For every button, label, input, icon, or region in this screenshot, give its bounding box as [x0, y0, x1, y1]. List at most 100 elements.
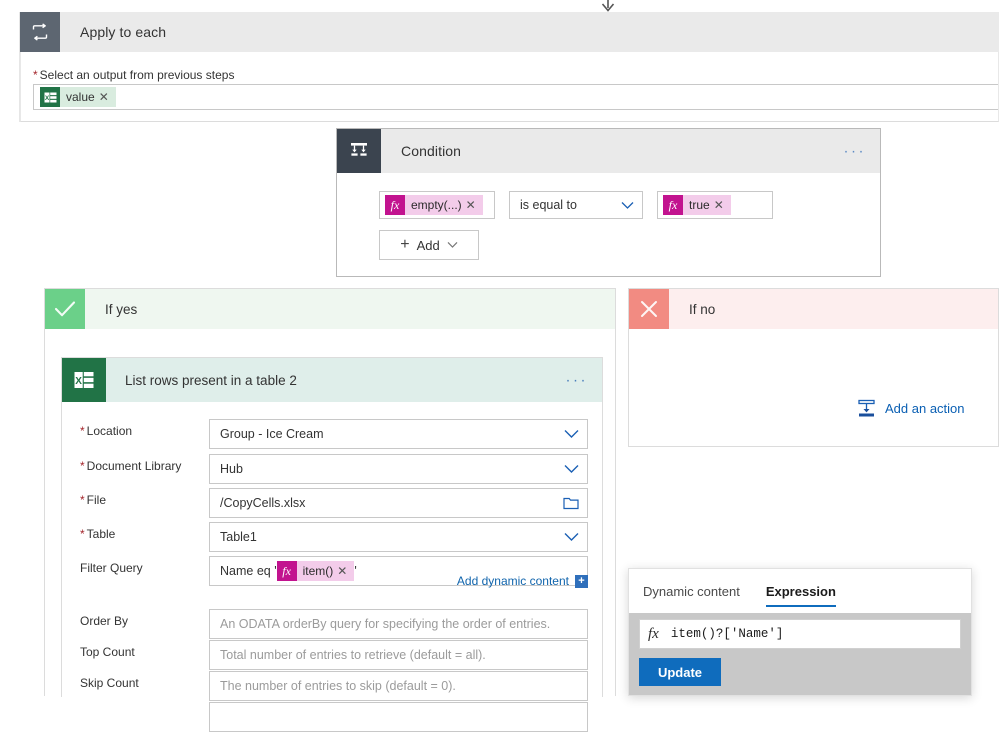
- chevron-down-icon[interactable]: [564, 429, 579, 439]
- excel-icon: X: [40, 87, 60, 107]
- branch-if-no-label: If no: [689, 301, 716, 317]
- fx-token-item-label: item(): [302, 564, 334, 578]
- fx-icon: fx: [663, 195, 683, 215]
- action-more-menu-button[interactable]: ···: [566, 372, 589, 389]
- input-top-count[interactable]: Total number of entries to retrieve (def…: [209, 640, 588, 670]
- value-location: Group - Ice Cream: [220, 427, 324, 441]
- required-asterisk: *: [80, 459, 85, 473]
- apply-to-each-title: Apply to each: [80, 24, 167, 40]
- condition-add-button[interactable]: + Add: [379, 230, 479, 260]
- add-dynamic-content-link[interactable]: Add dynamic content +: [457, 574, 588, 588]
- chevron-down-icon[interactable]: [564, 532, 579, 542]
- action-card-header[interactable]: X List rows present in a table 2 ···: [62, 358, 602, 402]
- form-row-top-count: Top Count Total number of entries to ret…: [80, 640, 588, 670]
- fx-token-left-label: empty(...): [411, 198, 462, 212]
- label-order-by: Order By: [80, 614, 129, 628]
- form-row-order-by: Order By An ODATA orderBy query for spec…: [80, 609, 588, 639]
- action-card-list-rows: X List rows present in a table 2 ··· * Lo…: [61, 357, 603, 732]
- folder-picker-icon[interactable]: [563, 496, 579, 510]
- expression-value: item()?['Name']: [670, 627, 784, 641]
- close-icon: [629, 289, 669, 329]
- branch-if-no-header: If no: [629, 289, 998, 329]
- value-table: Table1: [220, 530, 257, 544]
- input-skip-count[interactable]: The number of entries to skip (default =…: [209, 671, 588, 701]
- add-an-action-label: Add an action: [885, 401, 965, 416]
- required-asterisk: *: [33, 68, 38, 82]
- dynamic-token-label: value: [66, 90, 95, 104]
- input-location[interactable]: Group - Ice Cream: [209, 419, 588, 449]
- label-filter-query: Filter Query: [80, 561, 143, 575]
- form-row-next-partial: [80, 702, 588, 732]
- filter-query-suffix: ': [354, 564, 357, 578]
- filter-query-prefix: Name eq ': [220, 564, 277, 578]
- svg-text:X: X: [75, 376, 82, 387]
- svg-text:X: X: [44, 95, 49, 102]
- loop-icon: [20, 12, 60, 52]
- add-an-action-button[interactable]: Add an action: [857, 399, 965, 418]
- remove-token-icon[interactable]: ✕: [466, 199, 483, 211]
- label-table: * Table: [80, 527, 116, 541]
- placeholder-top-count: Total number of entries to retrieve (def…: [220, 648, 486, 662]
- update-button[interactable]: Update: [639, 658, 721, 686]
- remove-token-icon[interactable]: ✕: [714, 199, 731, 211]
- input-next-partial[interactable]: [209, 702, 588, 732]
- condition-add-label: Add: [416, 237, 440, 253]
- label-file: * File: [80, 493, 107, 507]
- fx-token-left[interactable]: fx empty(...) ✕: [385, 195, 483, 215]
- plus-badge-icon[interactable]: +: [575, 574, 588, 588]
- condition-left-operand-input[interactable]: fx empty(...) ✕: [379, 191, 495, 219]
- apply-to-each-card-header[interactable]: Apply to each: [20, 12, 999, 52]
- branch-if-yes: If yes X List rows present in a table 2 …: [44, 288, 616, 732]
- fx-token-item[interactable]: fx item() ✕: [276, 561, 355, 581]
- required-asterisk: *: [80, 527, 85, 541]
- placeholder-order-by: An ODATA orderBy query for specifying th…: [220, 617, 551, 631]
- input-order-by[interactable]: An ODATA orderBy query for specifying th…: [209, 609, 588, 639]
- expression-input[interactable]: fx item()?['Name']: [639, 619, 961, 649]
- apply-to-each-card-body: * Select an output from previous steps X …: [20, 52, 999, 122]
- form-row-skip-count: Skip Count The number of entries to skip…: [80, 671, 588, 701]
- chevron-down-icon: [621, 201, 634, 210]
- form-row-location: * Location Group - Ice Cream: [80, 419, 588, 449]
- excel-icon: X: [62, 358, 106, 402]
- remove-token-icon[interactable]: ✕: [99, 91, 116, 103]
- label-location: * Location: [80, 424, 133, 438]
- check-icon: [45, 289, 85, 329]
- fx-token-right[interactable]: fx true ✕: [663, 195, 731, 215]
- label-document-library: * Document Library: [80, 459, 182, 473]
- form-row-table: * Table Table1: [80, 522, 588, 552]
- input-file[interactable]: /CopyCells.xlsx: [209, 488, 588, 518]
- label-skip-count: Skip Count: [80, 676, 139, 690]
- value-document-library: Hub: [220, 462, 243, 476]
- tab-dynamic-content[interactable]: Dynamic content: [643, 569, 740, 613]
- condition-card: Condition ··· fx empty(...) ✕ is equal t…: [336, 128, 881, 277]
- add-action-icon: [857, 399, 876, 418]
- action-card-title: List rows present in a table 2: [125, 372, 297, 388]
- condition-branch-icon: [337, 129, 381, 173]
- fx-icon: fx: [648, 625, 659, 642]
- condition-operator-select[interactable]: is equal to: [509, 191, 643, 219]
- fx-icon: fx: [276, 561, 297, 581]
- flyout-tabs: Dynamic content Expression: [629, 569, 971, 613]
- chevron-down-icon[interactable]: [564, 464, 579, 474]
- flow-designer-canvas: Apply to each * Select an output from pre…: [0, 0, 999, 732]
- flyout-body: fx item()?['Name'] Update: [629, 613, 971, 695]
- condition-more-menu-button[interactable]: ···: [844, 143, 867, 160]
- chevron-down-icon: [447, 241, 458, 249]
- condition-card-header[interactable]: Condition ···: [337, 129, 880, 173]
- branch-if-yes-header: If yes: [45, 289, 615, 329]
- condition-right-operand-input[interactable]: fx true ✕: [657, 191, 773, 219]
- placeholder-skip-count: The number of entries to skip (default =…: [220, 679, 456, 693]
- plus-icon: +: [400, 236, 410, 253]
- remove-token-icon[interactable]: ✕: [337, 565, 354, 577]
- tab-expression[interactable]: Expression: [765, 569, 837, 613]
- label-top-count: Top Count: [80, 645, 135, 659]
- input-document-library[interactable]: Hub: [209, 454, 588, 484]
- add-dynamic-content-label: Add dynamic content: [456, 574, 569, 588]
- required-asterisk: *: [80, 424, 85, 438]
- value-file: /CopyCells.xlsx: [220, 496, 306, 510]
- input-table[interactable]: Table1: [209, 522, 588, 552]
- condition-expression-row: fx empty(...) ✕ is equal to fx true ✕: [379, 191, 773, 219]
- loop-output-input[interactable]: X value ✕: [33, 84, 998, 110]
- condition-title: Condition: [401, 143, 462, 159]
- dynamic-token-value[interactable]: X value ✕: [40, 87, 116, 107]
